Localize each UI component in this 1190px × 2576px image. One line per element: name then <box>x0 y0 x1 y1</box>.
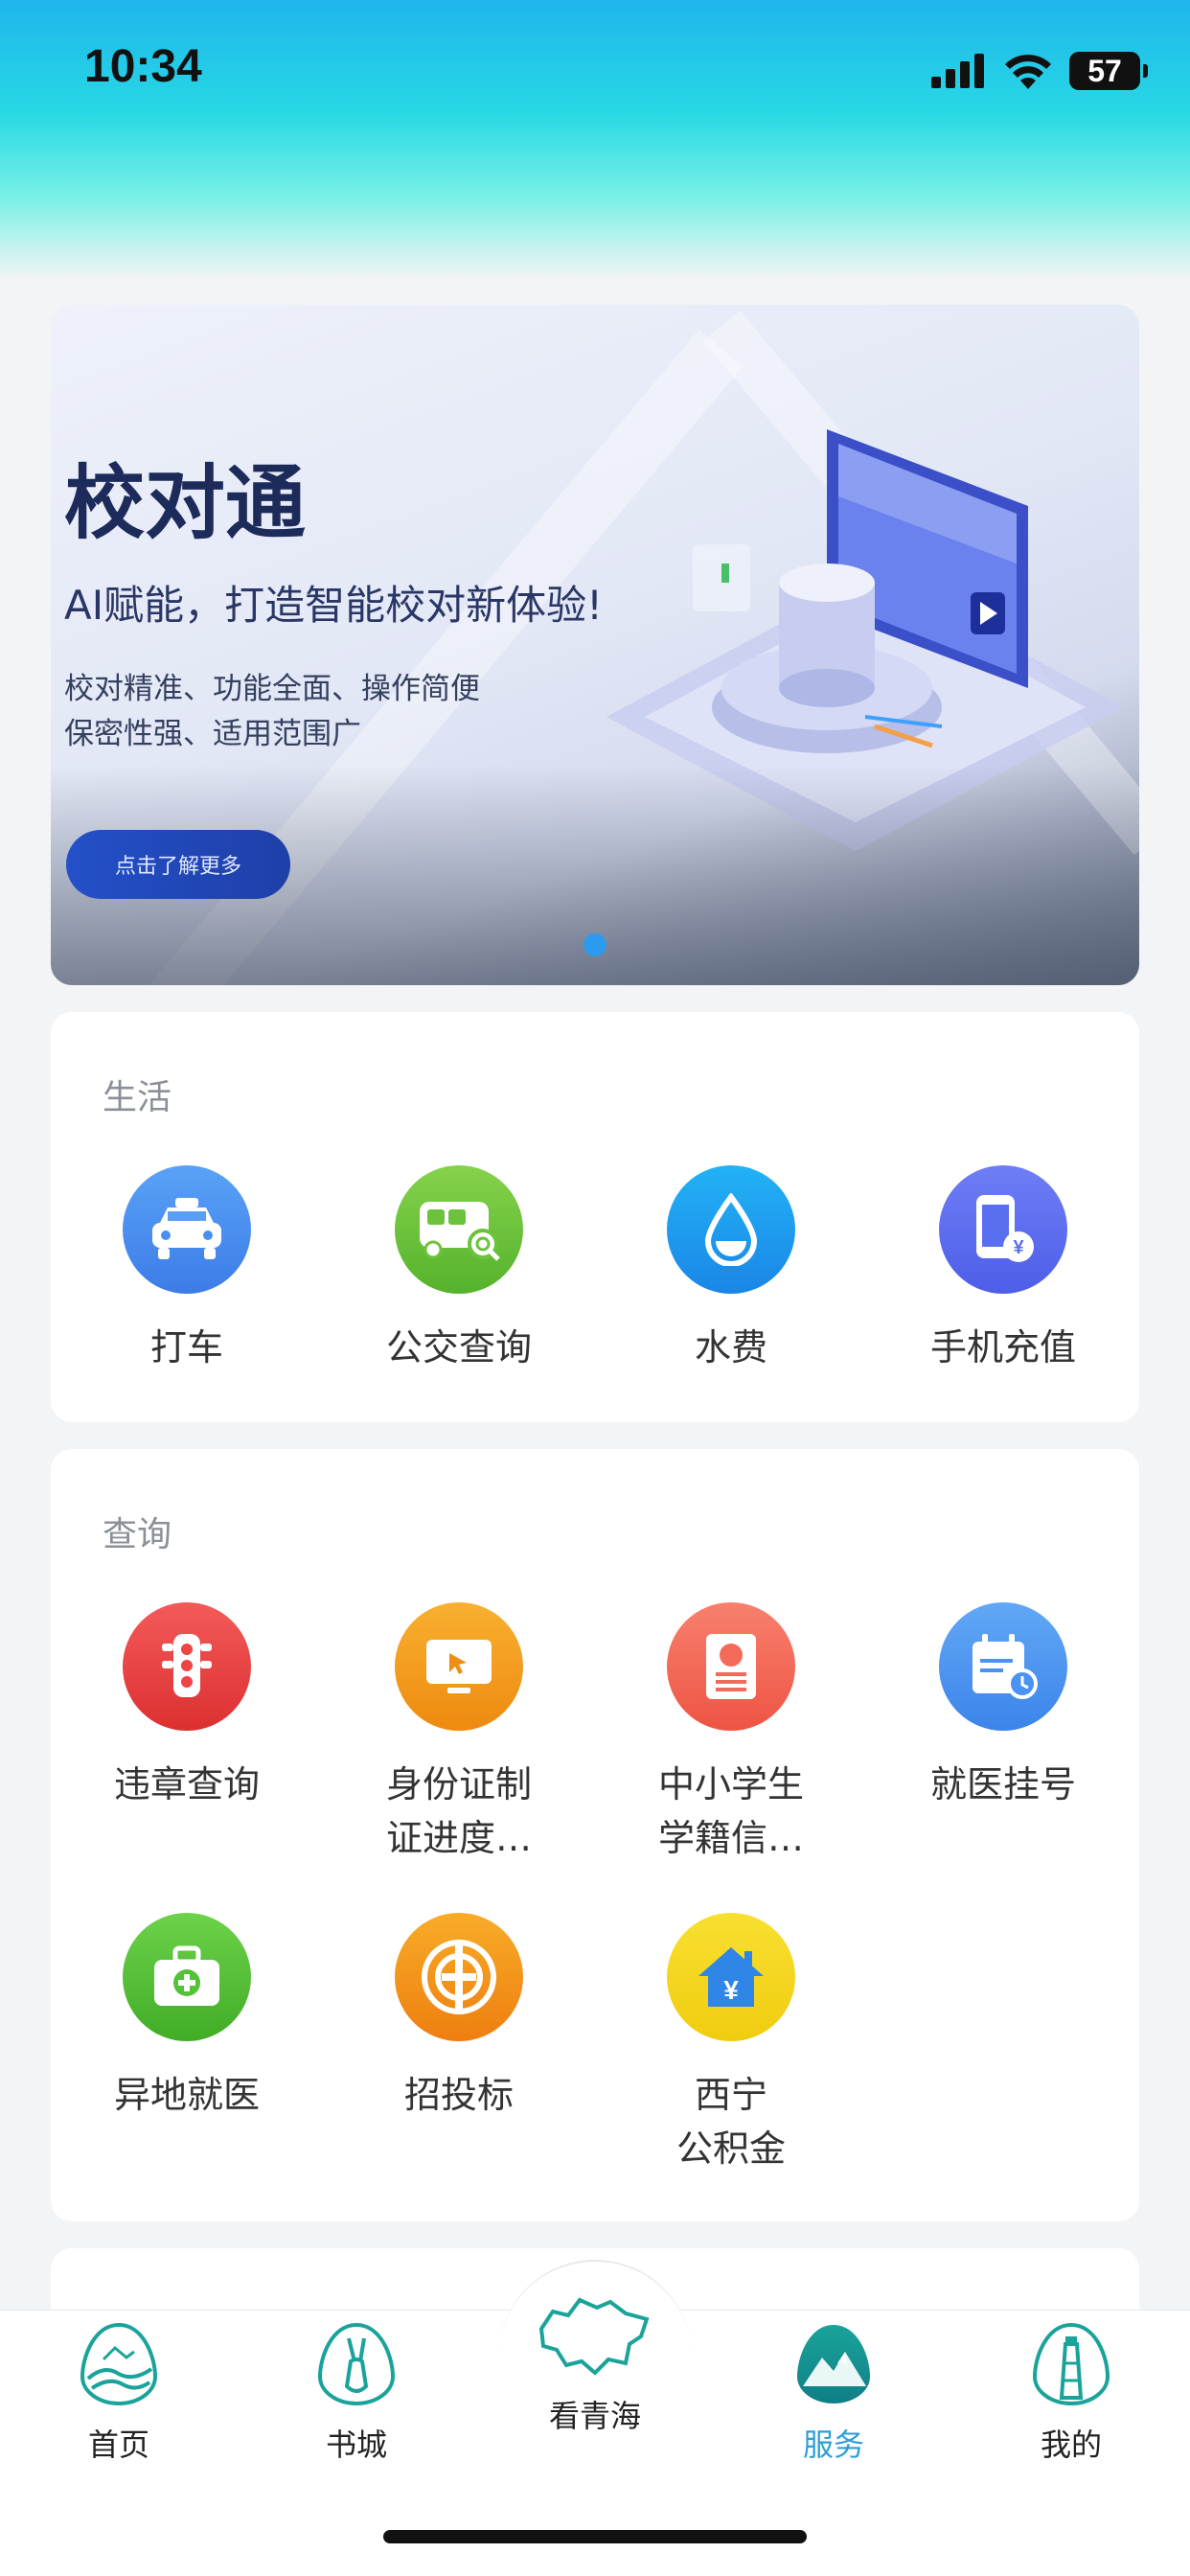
nav-bookstore[interactable]: 书城 <box>280 2319 433 2465</box>
banner-title: 校对通 <box>64 456 307 550</box>
label-line: 西宁 <box>694 2074 767 2116</box>
service-id-card-progress[interactable]: 身份证制 证进度… <box>323 1602 595 1865</box>
svg-text:¥: ¥ <box>723 1975 739 2005</box>
nav-service[interactable]: 服务 <box>757 2319 910 2465</box>
service-label: 就医挂号 <box>929 1763 1076 1806</box>
service-label: 异地就医 <box>113 2074 260 2116</box>
wifi-icon <box>1005 55 1051 89</box>
service-hospital-registration[interactable]: 就医挂号 <box>867 1602 1139 1811</box>
antelope-icon <box>317 2322 396 2405</box>
housing-fund-icon: ¥ <box>667 1913 795 2041</box>
banner-page-indicator[interactable] <box>584 933 606 956</box>
service-mountain-icon <box>797 2325 870 2404</box>
phone-recharge-icon: ¥ <box>939 1165 1067 1294</box>
nav-mine[interactable]: 我的 <box>995 2319 1148 2465</box>
service-bidding[interactable]: 招投标 <box>323 1913 595 2122</box>
service-phone-recharge[interactable]: ¥ 手机充值 <box>867 1165 1139 1374</box>
service-remote-medical[interactable]: 异地就医 <box>51 1913 323 2122</box>
nav-label: 我的 <box>1040 2426 1102 2463</box>
status-time: 10:34 <box>84 41 202 92</box>
qinghai-map-icon <box>538 2297 650 2376</box>
service-label: 水费 <box>694 1326 767 1368</box>
svg-text:¥: ¥ <box>1013 1237 1024 1258</box>
nav-home[interactable]: 首页 <box>42 2319 195 2465</box>
student-card-icon <box>667 1602 795 1731</box>
medical-kit-icon <box>123 1913 251 2041</box>
label-line: 公积金 <box>675 2128 786 2170</box>
status-icons: 57 <box>931 50 1148 92</box>
service-label: 招投标 <box>403 2074 514 2116</box>
service-label: 中小学生 学籍信… <box>595 1758 867 1865</box>
calendar-icon <box>939 1602 1067 1731</box>
monitor-icon <box>395 1602 523 1731</box>
label-line: 身份证制 <box>385 1763 532 1806</box>
traffic-light-icon <box>123 1602 251 1731</box>
service-label: 手机充值 <box>929 1326 1076 1368</box>
signal-icon <box>931 54 984 88</box>
service-water-fee[interactable]: 水费 <box>595 1165 867 1374</box>
banner-description-line2: 保密性强、适用范围广 <box>64 717 361 751</box>
service-label: 违章查询 <box>113 1763 260 1806</box>
taxi-icon <box>123 1165 251 1294</box>
life-section: 生活 打车 公交查询 水费 ¥ 手机充值 <box>51 1012 1139 1422</box>
service-label: 身份证制 证进度… <box>323 1758 595 1865</box>
service-traffic-violation[interactable]: 违章查询 <box>51 1602 323 1811</box>
label-line: 中小学生 <box>657 1763 804 1806</box>
query-section: 查询 违章查询 身份证制 证进度… 中小学生 学籍信… 就医挂号 异地就医 招投… <box>51 1449 1139 2221</box>
service-housing-fund[interactable]: ¥ 西宁 公积金 <box>595 1913 867 2175</box>
banner-subtitle: AI赋能，打造智能校对新体验! <box>64 582 603 629</box>
battery-level: 57 <box>1087 53 1122 88</box>
tower-icon <box>1032 2322 1110 2405</box>
nav-label: 服务 <box>802 2426 864 2463</box>
service-student-status[interactable]: 中小学生 学籍信… <box>595 1602 867 1865</box>
battery-icon: 57 <box>1069 52 1148 90</box>
service-bus-query[interactable]: 公交查询 <box>323 1165 595 1374</box>
section-title: 生活 <box>103 1078 172 1117</box>
label-line: 证进度… <box>385 1817 532 1859</box>
nav-label: 看青海 <box>548 2398 641 2434</box>
water-drop-icon <box>667 1165 795 1294</box>
learn-more-button[interactable]: 点击了解更多 <box>66 830 290 899</box>
service-label: 打车 <box>149 1326 223 1368</box>
bus-icon <box>395 1165 523 1294</box>
promo-banner[interactable]: 校对通 AI赋能，打造智能校对新体验! 校对精准、功能全面、操作简便 保密性强、… <box>51 305 1139 985</box>
status-bar: 10:34 57 <box>0 0 1190 144</box>
label-line: 学籍信… <box>657 1817 804 1859</box>
home-indicator[interactable] <box>383 2530 807 2543</box>
banner-description-line1: 校对精准、功能全面、操作简便 <box>64 672 480 706</box>
nav-label: 首页 <box>87 2426 149 2463</box>
service-taxi[interactable]: 打车 <box>51 1165 323 1374</box>
bid-icon <box>395 1913 523 2041</box>
home-mountain-icon <box>80 2322 158 2405</box>
nav-see-qinghai[interactable]: 看青海 <box>518 2290 672 2436</box>
section-title: 查询 <box>103 1515 172 1554</box>
service-label: 公交查询 <box>385 1326 532 1368</box>
service-label: 西宁 公积金 <box>595 2068 867 2175</box>
nav-label: 书城 <box>325 2426 387 2463</box>
